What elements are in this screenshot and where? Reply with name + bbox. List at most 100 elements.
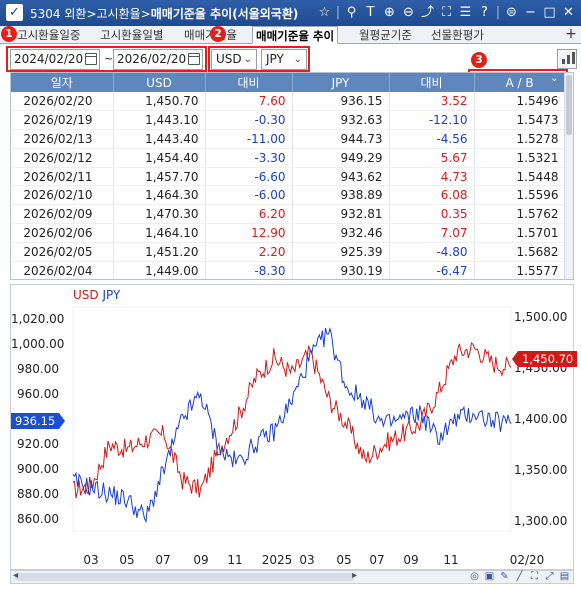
cell-usd-change: -6.00 [205, 185, 293, 206]
cell-date: 2026/02/13 [11, 129, 114, 149]
cell-jpy: 930.19 [292, 261, 390, 279]
zoom-out-icon[interactable]: ⊖ [400, 3, 417, 22]
cell-date: 2026/02/04 [11, 261, 114, 279]
favorite-star-icon[interactable]: ☆ [316, 3, 333, 22]
chat-icon[interactable]: ▣ [483, 570, 496, 583]
table-row[interactable]: 2026/02/10 1,464.30 -6.00 938.89 6.08 1.5596 [11, 185, 566, 206]
tab-monthly-average[interactable]: 월평균기준 [356, 26, 415, 44]
cell-jpy-change: 7.07 [389, 223, 475, 243]
help-icon[interactable]: ? [476, 3, 493, 22]
fullscreen-icon[interactable]: ⤢ [543, 570, 556, 583]
zoom-in-icon[interactable]: ⊕ [381, 3, 398, 22]
cell-usd-change: -3.30 [205, 148, 293, 168]
cell-usd: 1,449.00 [113, 261, 206, 279]
table-row[interactable]: 2026/02/04 1,449.00 -8.30 930.19 -6.47 1.5577 [11, 261, 566, 279]
chart-horizontal-scrollbar[interactable]: ◂ ▸ [13, 570, 357, 581]
scroll-right-icon[interactable]: ▸ [352, 570, 357, 581]
cell-jpy: 944.73 [292, 129, 390, 149]
col-header-usd-change[interactable]: 대비 [205, 73, 293, 92]
cell-usd: 1,454.40 [113, 148, 206, 168]
cell-ab-ratio: 1.5596 [474, 185, 566, 206]
cell-jpy-change: -6.47 [389, 261, 475, 279]
cell-jpy-change: 5.67 [389, 148, 475, 168]
calendar-icon[interactable] [188, 53, 200, 65]
table-row[interactable]: 2026/02/13 1,443.40 -11.00 944.73 -4.56 1.527… [11, 129, 566, 149]
cell-usd: 1,457.70 [113, 167, 206, 187]
rate-table: 일자 USD 대비 JPY 대비 A / B ⌄ 2026/02/20 1,450… [10, 72, 574, 280]
currency-a-select[interactable]: USD ⌄ [211, 49, 257, 70]
table-row[interactable]: 2026/02/11 1,457.70 -6.60 943.62 4.73 1.5448 [11, 167, 566, 187]
add-tab-icon[interactable]: + [563, 26, 579, 43]
scroll-left-icon[interactable]: ◂ [13, 570, 18, 581]
cell-jpy-change: 0.35 [389, 204, 475, 225]
table-row[interactable]: 2026/02/09 1,470.30 6.20 932.81 0.35 1.5762 [11, 204, 566, 225]
window-checkbox-icon[interactable]: ✓ [6, 4, 23, 21]
cell-usd: 1,443.10 [113, 110, 206, 131]
col-header-date[interactable]: 일자 [11, 73, 114, 92]
table-vertical-scrollbar[interactable] [564, 73, 573, 279]
draw-icon[interactable]: ✎ [498, 570, 511, 583]
table-row[interactable]: 2026/02/06 1,464.10 12.90 932.46 7.07 1.5701 [11, 223, 566, 243]
col-header-usd[interactable]: USD [113, 73, 206, 92]
calendar-icon[interactable] [85, 53, 97, 65]
chart-toggle-button[interactable] [557, 49, 577, 69]
cell-jpy-change: -4.56 [389, 129, 475, 149]
cell-usd-change: -6.60 [205, 167, 293, 187]
chevron-down-icon: ⌄ [243, 54, 252, 65]
tab-daily-intraday[interactable]: 고시환율일중 [14, 26, 83, 44]
col-header-ab-label: A / B [505, 75, 534, 90]
cell-ab-ratio: 1.5321 [474, 148, 566, 168]
bar-chart-icon [567, 55, 570, 64]
col-header-jpy-change[interactable]: 대비 [389, 73, 475, 92]
text-format-icon[interactable]: T [362, 3, 379, 22]
cell-ab-ratio: 1.5682 [474, 242, 566, 262]
tab-base-rate-trend[interactable]: 매매기준율 추이 [252, 26, 339, 44]
expand-icon[interactable]: ⛶ [438, 3, 455, 22]
start-date-field[interactable]: 2024/02/20 [10, 49, 100, 70]
link-icon[interactable]: ⚲ [343, 3, 360, 22]
currency-b-select[interactable]: JPY ⌄ [261, 49, 307, 70]
cell-ab-ratio: 1.5701 [474, 223, 566, 243]
col-header-ab-ratio[interactable]: A / B ⌄ [474, 73, 566, 92]
table-row[interactable]: 2026/02/05 1,451.20 2.20 925.39 -4.80 1.5682 [11, 242, 566, 262]
search-icon[interactable]: ⊜ [503, 3, 520, 22]
minimize-icon[interactable]: − [522, 3, 539, 22]
table-row[interactable]: 2026/02/12 1,454.40 -3.30 949.29 5.67 1.5321 [11, 148, 566, 168]
cell-usd: 1,464.10 [113, 223, 206, 243]
share-icon[interactable]: ⤴ [419, 3, 436, 22]
maximize-icon[interactable]: □ [541, 3, 558, 22]
tab-daily-notice[interactable]: 고시환율일별 [97, 26, 166, 44]
screen-tabs: 고시환율일중 고시환율일별 매매기준율 매매기준율 추이 월평균기준 선물환평가… [0, 26, 581, 44]
tab-forward-valuation[interactable]: 선물환평가 [428, 26, 487, 44]
close-icon[interactable]: ✕ [560, 3, 577, 22]
cell-date: 2026/02/06 [11, 223, 114, 243]
scrollbar-thumb[interactable] [566, 75, 572, 135]
cell-usd-change: -11.00 [205, 129, 293, 149]
series-line-usd [72, 342, 512, 499]
chart-settings-icon[interactable]: ◎ [468, 570, 481, 583]
cell-date: 2026/02/10 [11, 185, 114, 206]
table-row[interactable]: 2026/02/20 1,450.70 7.60 936.15 3.52 1.5496 [11, 92, 566, 112]
cell-jpy: 932.81 [292, 204, 390, 225]
bar-chart-icon [562, 59, 565, 64]
fit-icon[interactable]: ⛶ [528, 570, 541, 583]
title-toolbar: ☆ | ⚲ T ⊕ ⊖ ⤴ ⛶ ☰ ? | ⊜ − □ ✕ [316, 3, 577, 22]
table-header-row: 일자 USD 대비 JPY 대비 A / B ⌄ [11, 73, 566, 92]
cell-usd: 1,464.30 [113, 185, 206, 206]
jpy-last-value-tag: 936.15 [11, 413, 66, 429]
cell-jpy: 932.63 [292, 110, 390, 131]
col-header-jpy[interactable]: JPY [292, 73, 390, 92]
table-row[interactable]: 2026/02/19 1,443.10 -0.30 932.63 -12.10 1.547… [11, 110, 566, 131]
chevron-down-icon[interactable]: ⌄ [550, 73, 558, 84]
screen-name: 매매기준율 추이(서울외국환) [150, 7, 299, 21]
list-icon[interactable]: ☰ [457, 3, 474, 22]
export-icon[interactable]: ▤ [558, 570, 571, 583]
toolbar-divider: | [495, 5, 501, 20]
end-date-value: 2026/02/20 [117, 52, 187, 66]
cell-jpy: 936.15 [292, 92, 390, 112]
cell-usd: 1,470.30 [113, 204, 206, 225]
cell-date: 2026/02/12 [11, 148, 114, 168]
end-date-field[interactable]: 2026/02/20 [113, 49, 203, 70]
cell-ab-ratio: 1.5496 [474, 92, 566, 112]
line-tool-icon[interactable]: ╱ [513, 570, 526, 583]
